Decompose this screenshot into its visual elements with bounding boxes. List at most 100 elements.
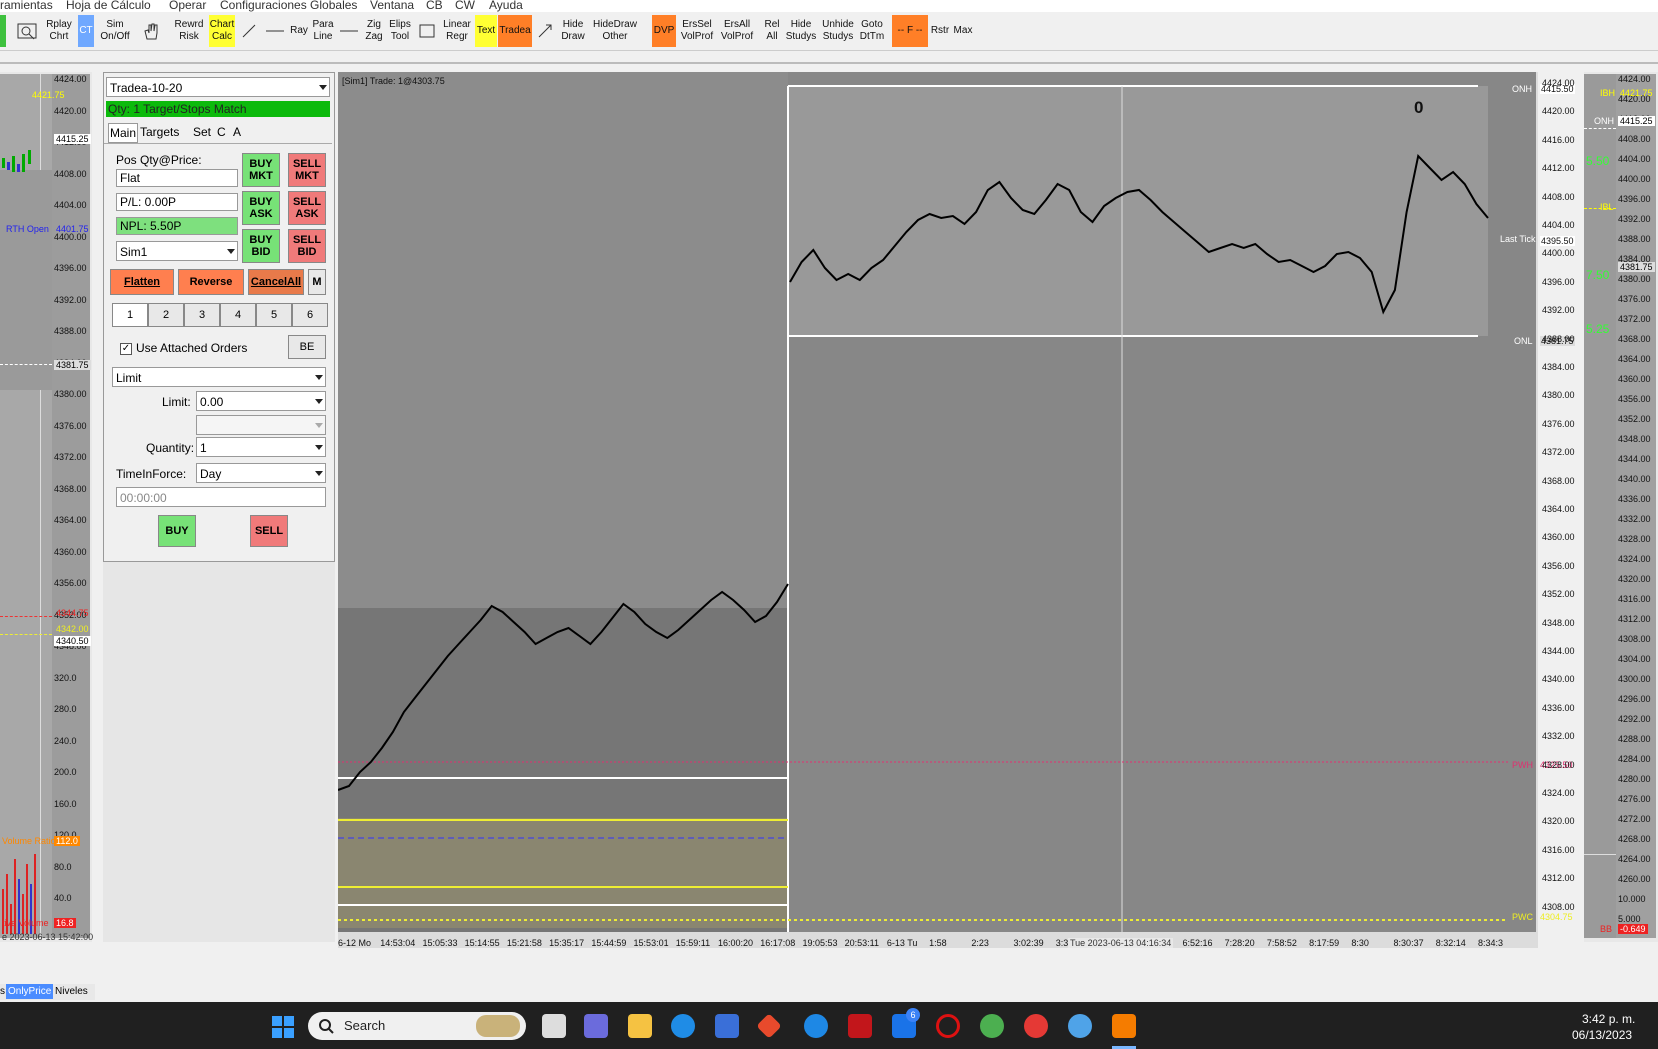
buy-button[interactable]: BUY bbox=[158, 515, 196, 547]
chat-icon[interactable] bbox=[584, 1014, 608, 1038]
globe-icon[interactable] bbox=[980, 1014, 1004, 1038]
menu-operar[interactable]: Operar bbox=[169, 0, 206, 12]
buy-ask-button[interactable]: BUY ASK bbox=[242, 191, 280, 225]
ellipse-tool-button[interactable]: Elips Tool bbox=[386, 15, 414, 47]
red-diamond-app-icon[interactable] bbox=[756, 1013, 782, 1039]
chevron-down-icon bbox=[315, 375, 323, 380]
hand-tool-icon[interactable] bbox=[138, 15, 164, 47]
symbol-select[interactable]: Tradea-10-20 bbox=[106, 77, 330, 97]
text-tool-button[interactable]: Text bbox=[475, 15, 497, 47]
tab-s[interactable]: s bbox=[0, 986, 5, 997]
qty-button-2[interactable]: 2 bbox=[148, 303, 184, 327]
erase-all-volprof-button[interactable]: ErsAll VolProf bbox=[718, 15, 756, 47]
tab-c[interactable]: C bbox=[217, 125, 226, 139]
mcafee-icon[interactable] bbox=[848, 1014, 872, 1038]
sell-ask-button[interactable]: SELL ASK bbox=[288, 191, 326, 225]
menu-ayuda[interactable]: Ayuda bbox=[489, 0, 523, 12]
rectangle-tool-icon[interactable] bbox=[416, 15, 438, 47]
sell-button[interactable]: SELL bbox=[250, 515, 288, 547]
help-icon[interactable] bbox=[804, 1014, 828, 1038]
zoom-chart-icon[interactable] bbox=[14, 15, 40, 47]
sim-toggle-button[interactable]: Sim On/Off bbox=[96, 15, 134, 47]
tradea-button[interactable]: Tradea bbox=[498, 15, 532, 47]
menu-cw[interactable]: CW bbox=[455, 0, 475, 12]
ray-button[interactable]: Ray bbox=[288, 15, 310, 47]
m-button[interactable]: M bbox=[308, 269, 326, 295]
limit-input[interactable]: 0.00 bbox=[196, 391, 326, 411]
price-tick-label: 4424.00 bbox=[1542, 78, 1575, 88]
flatten-button[interactable]: Flatten bbox=[110, 269, 174, 295]
chrome-icon[interactable] bbox=[1024, 1014, 1048, 1038]
time-input[interactable]: 00:00:00 bbox=[116, 487, 326, 507]
opera-icon[interactable] bbox=[936, 1014, 960, 1038]
tif-select[interactable]: Day bbox=[196, 463, 326, 483]
edge-icon[interactable] bbox=[671, 1014, 695, 1038]
task-view-icon[interactable] bbox=[542, 1014, 566, 1038]
qty-button-6[interactable]: 6 bbox=[292, 303, 328, 327]
menu-herramientas[interactable]: ramientas bbox=[0, 0, 53, 12]
left-pc-tag: 4342.00 bbox=[56, 624, 89, 634]
sierra-chart-icon[interactable] bbox=[1112, 1014, 1136, 1038]
tab-niveles[interactable]: Niveles bbox=[55, 986, 88, 997]
breakeven-button[interactable]: BE bbox=[288, 335, 326, 359]
chart-calc-button[interactable]: Chart Calc bbox=[209, 15, 235, 47]
qty-button-1[interactable]: 1 bbox=[112, 303, 148, 327]
tab-a[interactable]: A bbox=[233, 125, 241, 139]
search-box[interactable]: Search bbox=[308, 1012, 526, 1040]
goto-datetime-button[interactable]: Goto DtTm bbox=[858, 15, 886, 47]
left-tick-label: 240.0 bbox=[54, 735, 77, 746]
parallel-line-button[interactable]: Para Line bbox=[310, 15, 336, 47]
restore-button[interactable]: Rstr bbox=[930, 15, 950, 47]
windows-start-icon[interactable] bbox=[272, 1016, 294, 1038]
tab-onlyprice[interactable]: OnlyPrice bbox=[6, 984, 54, 999]
maximize-button[interactable]: Max bbox=[952, 15, 974, 47]
cancel-all-button[interactable]: CancelAll bbox=[248, 269, 304, 295]
quantity-input[interactable]: 1 bbox=[196, 437, 326, 457]
file-explorer-icon[interactable] bbox=[628, 1014, 652, 1038]
horizontal-line-icon[interactable] bbox=[264, 15, 286, 47]
qty-button-5[interactable]: 5 bbox=[256, 303, 292, 327]
arrow-tool-icon[interactable] bbox=[535, 15, 555, 47]
reverse-button[interactable]: Reverse bbox=[178, 269, 244, 295]
hide-draw-other-button[interactable]: HideDraw Other bbox=[590, 15, 640, 47]
account-select[interactable]: Sim1 bbox=[116, 241, 238, 261]
menu-configuraciones-globales[interactable]: Configuraciones Globales bbox=[220, 0, 357, 12]
qty-button-4[interactable]: 4 bbox=[220, 303, 256, 327]
price-tick-label: 4328.00 bbox=[1542, 759, 1575, 770]
horizontal-ray-icon[interactable] bbox=[338, 15, 360, 47]
erase-selected-volprof-button[interactable]: ErsSel VolProf bbox=[678, 15, 716, 47]
tab-set[interactable]: Set bbox=[193, 125, 211, 139]
earth-icon[interactable] bbox=[1068, 1014, 1092, 1038]
left-chart-plot[interactable] bbox=[0, 74, 52, 938]
order-type-select[interactable]: Limit bbox=[112, 367, 326, 387]
use-attached-checkbox[interactable]: ✓ bbox=[120, 343, 132, 355]
menu-cb[interactable]: CB bbox=[426, 0, 443, 12]
replay-chart-button[interactable]: Rplay Chrt bbox=[42, 15, 76, 47]
buy-market-button[interactable]: BUY MKT bbox=[242, 153, 280, 187]
sell-bid-button[interactable]: SELL BID bbox=[288, 229, 326, 263]
release-all-button[interactable]: Rel All bbox=[760, 15, 784, 47]
store-icon[interactable] bbox=[715, 1014, 739, 1038]
line-tool-icon[interactable] bbox=[238, 15, 260, 47]
reward-risk-button[interactable]: Rewrd Risk bbox=[170, 15, 208, 47]
unhide-studies-button[interactable]: Unhide Studys bbox=[820, 15, 856, 47]
linear-regression-button[interactable]: Linear Regr bbox=[440, 15, 474, 47]
right-tick-label: 4376.00 bbox=[1618, 294, 1651, 304]
hide-draw-button[interactable]: Hide Draw bbox=[558, 15, 588, 47]
sell-market-button[interactable]: SELL MKT bbox=[288, 153, 326, 187]
main-chart-svg[interactable] bbox=[338, 72, 1538, 948]
buy-bid-button[interactable]: BUY BID bbox=[242, 229, 280, 263]
zig-zag-button[interactable]: Zig Zag bbox=[362, 15, 386, 47]
menu-hoja-de-calculo[interactable]: Hoja de Cálculo bbox=[66, 0, 151, 12]
menu-ventana[interactable]: Ventana bbox=[370, 0, 414, 12]
right-tick-label: 4348.00 bbox=[1618, 434, 1651, 444]
dvp-button[interactable]: DVP bbox=[652, 15, 676, 47]
hide-studies-button[interactable]: Hide Studys bbox=[784, 15, 818, 47]
qty-button-3[interactable]: 3 bbox=[184, 303, 220, 327]
price-tick-label: 4396.00 bbox=[1542, 276, 1575, 287]
left-tick-label: 4372.00 bbox=[54, 452, 87, 462]
tab-targets[interactable]: Targets bbox=[140, 125, 179, 139]
ct-button[interactable]: CT bbox=[78, 15, 94, 47]
f-button[interactable]: -- F -- bbox=[892, 15, 928, 47]
tab-main[interactable]: Main bbox=[108, 123, 138, 143]
